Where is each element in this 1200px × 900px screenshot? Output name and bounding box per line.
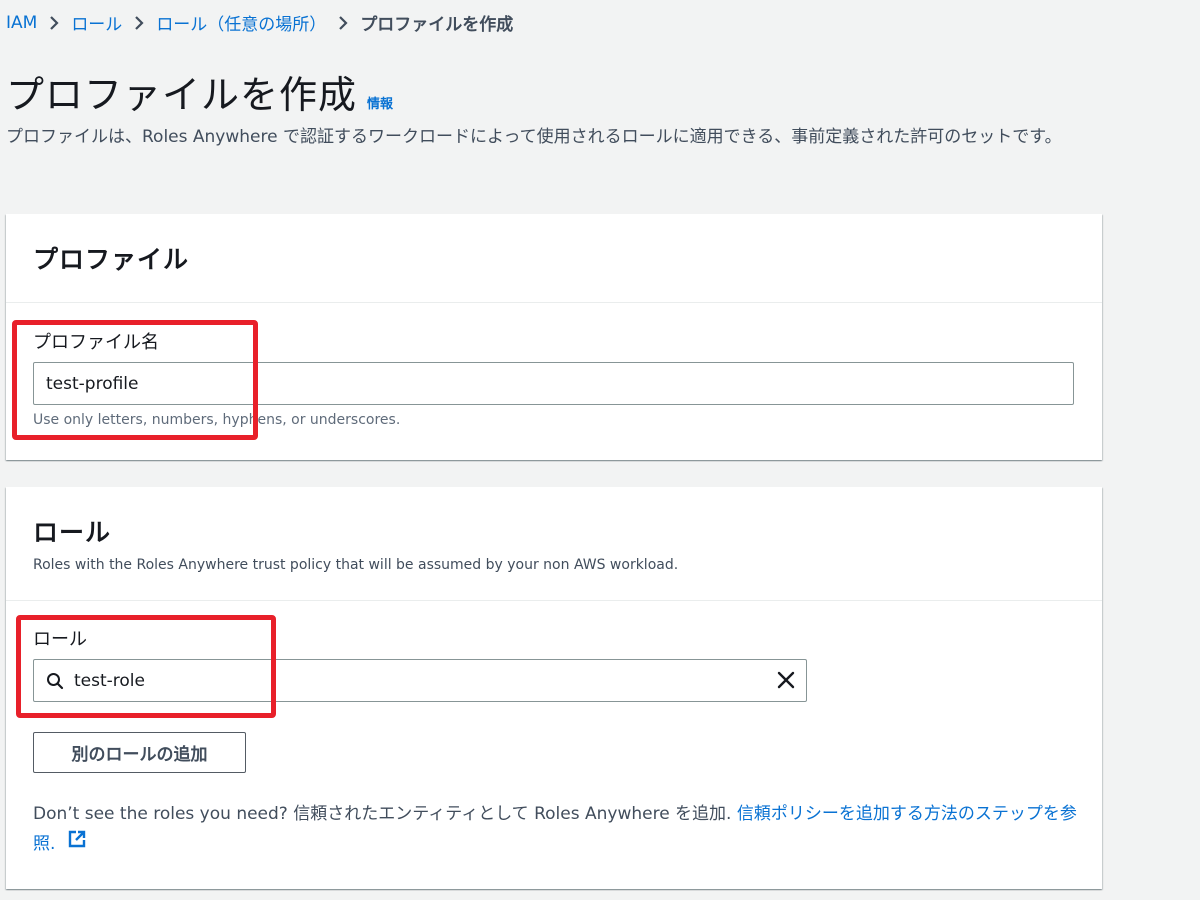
page-header: プロファイルを作成 情報 — [6, 64, 393, 119]
profile-name-hint: Use only letters, numbers, hyphens, or u… — [33, 412, 401, 428]
search-icon — [46, 672, 64, 690]
role-section-title: ロール — [33, 518, 112, 547]
profile-section: プロファイル プロファイル名 test-profile Use only let… — [6, 214, 1102, 460]
role-search-value: test-role — [74, 670, 145, 691]
chevron-right-icon — [326, 13, 360, 33]
page-title: プロファイルを作成 — [6, 73, 358, 117]
profile-name-label: プロファイル名 — [33, 332, 159, 353]
close-icon[interactable] — [776, 670, 796, 690]
chevron-right-icon — [37, 13, 71, 33]
external-link-icon[interactable] — [67, 829, 87, 859]
breadcrumb-iam[interactable]: IAM — [6, 13, 37, 33]
breadcrumb-roles[interactable]: ロール — [71, 10, 122, 35]
page-description: プロファイルは、Roles Anywhere で認証するワークロードによって使用… — [6, 127, 1062, 147]
profile-name-input[interactable]: test-profile — [33, 362, 1074, 405]
role-section-subtitle: Roles with the Roles Anywhere trust poli… — [33, 557, 679, 573]
role-search-input[interactable]: test-role — [33, 659, 807, 702]
missing-roles-note: Don’t see the roles you need? 信頼されたエンティテ… — [33, 799, 1083, 859]
chevron-right-icon — [122, 13, 156, 33]
add-role-button[interactable]: 別のロールの追加 — [33, 732, 246, 773]
profile-section-title: プロファイル — [33, 245, 190, 274]
breadcrumb-current: プロファイルを作成 — [360, 15, 514, 35]
breadcrumb-roles-anywhere[interactable]: ロール（任意の場所） — [156, 10, 326, 35]
role-section: ロール Roles with the Roles Anywhere trust … — [6, 487, 1102, 889]
role-label: ロール — [33, 629, 87, 650]
missing-roles-text: Don’t see the roles you need? 信頼されたエンティテ… — [33, 804, 737, 824]
info-link[interactable]: 情報 — [367, 93, 393, 112]
profile-section-header: プロファイル — [6, 214, 1102, 303]
role-section-header: ロール Roles with the Roles Anywhere trust … — [6, 487, 1102, 601]
breadcrumb: IAM ロール ロール（任意の場所） プロファイルを作成 — [6, 10, 514, 36]
profile-name-value: test-profile — [46, 373, 139, 394]
